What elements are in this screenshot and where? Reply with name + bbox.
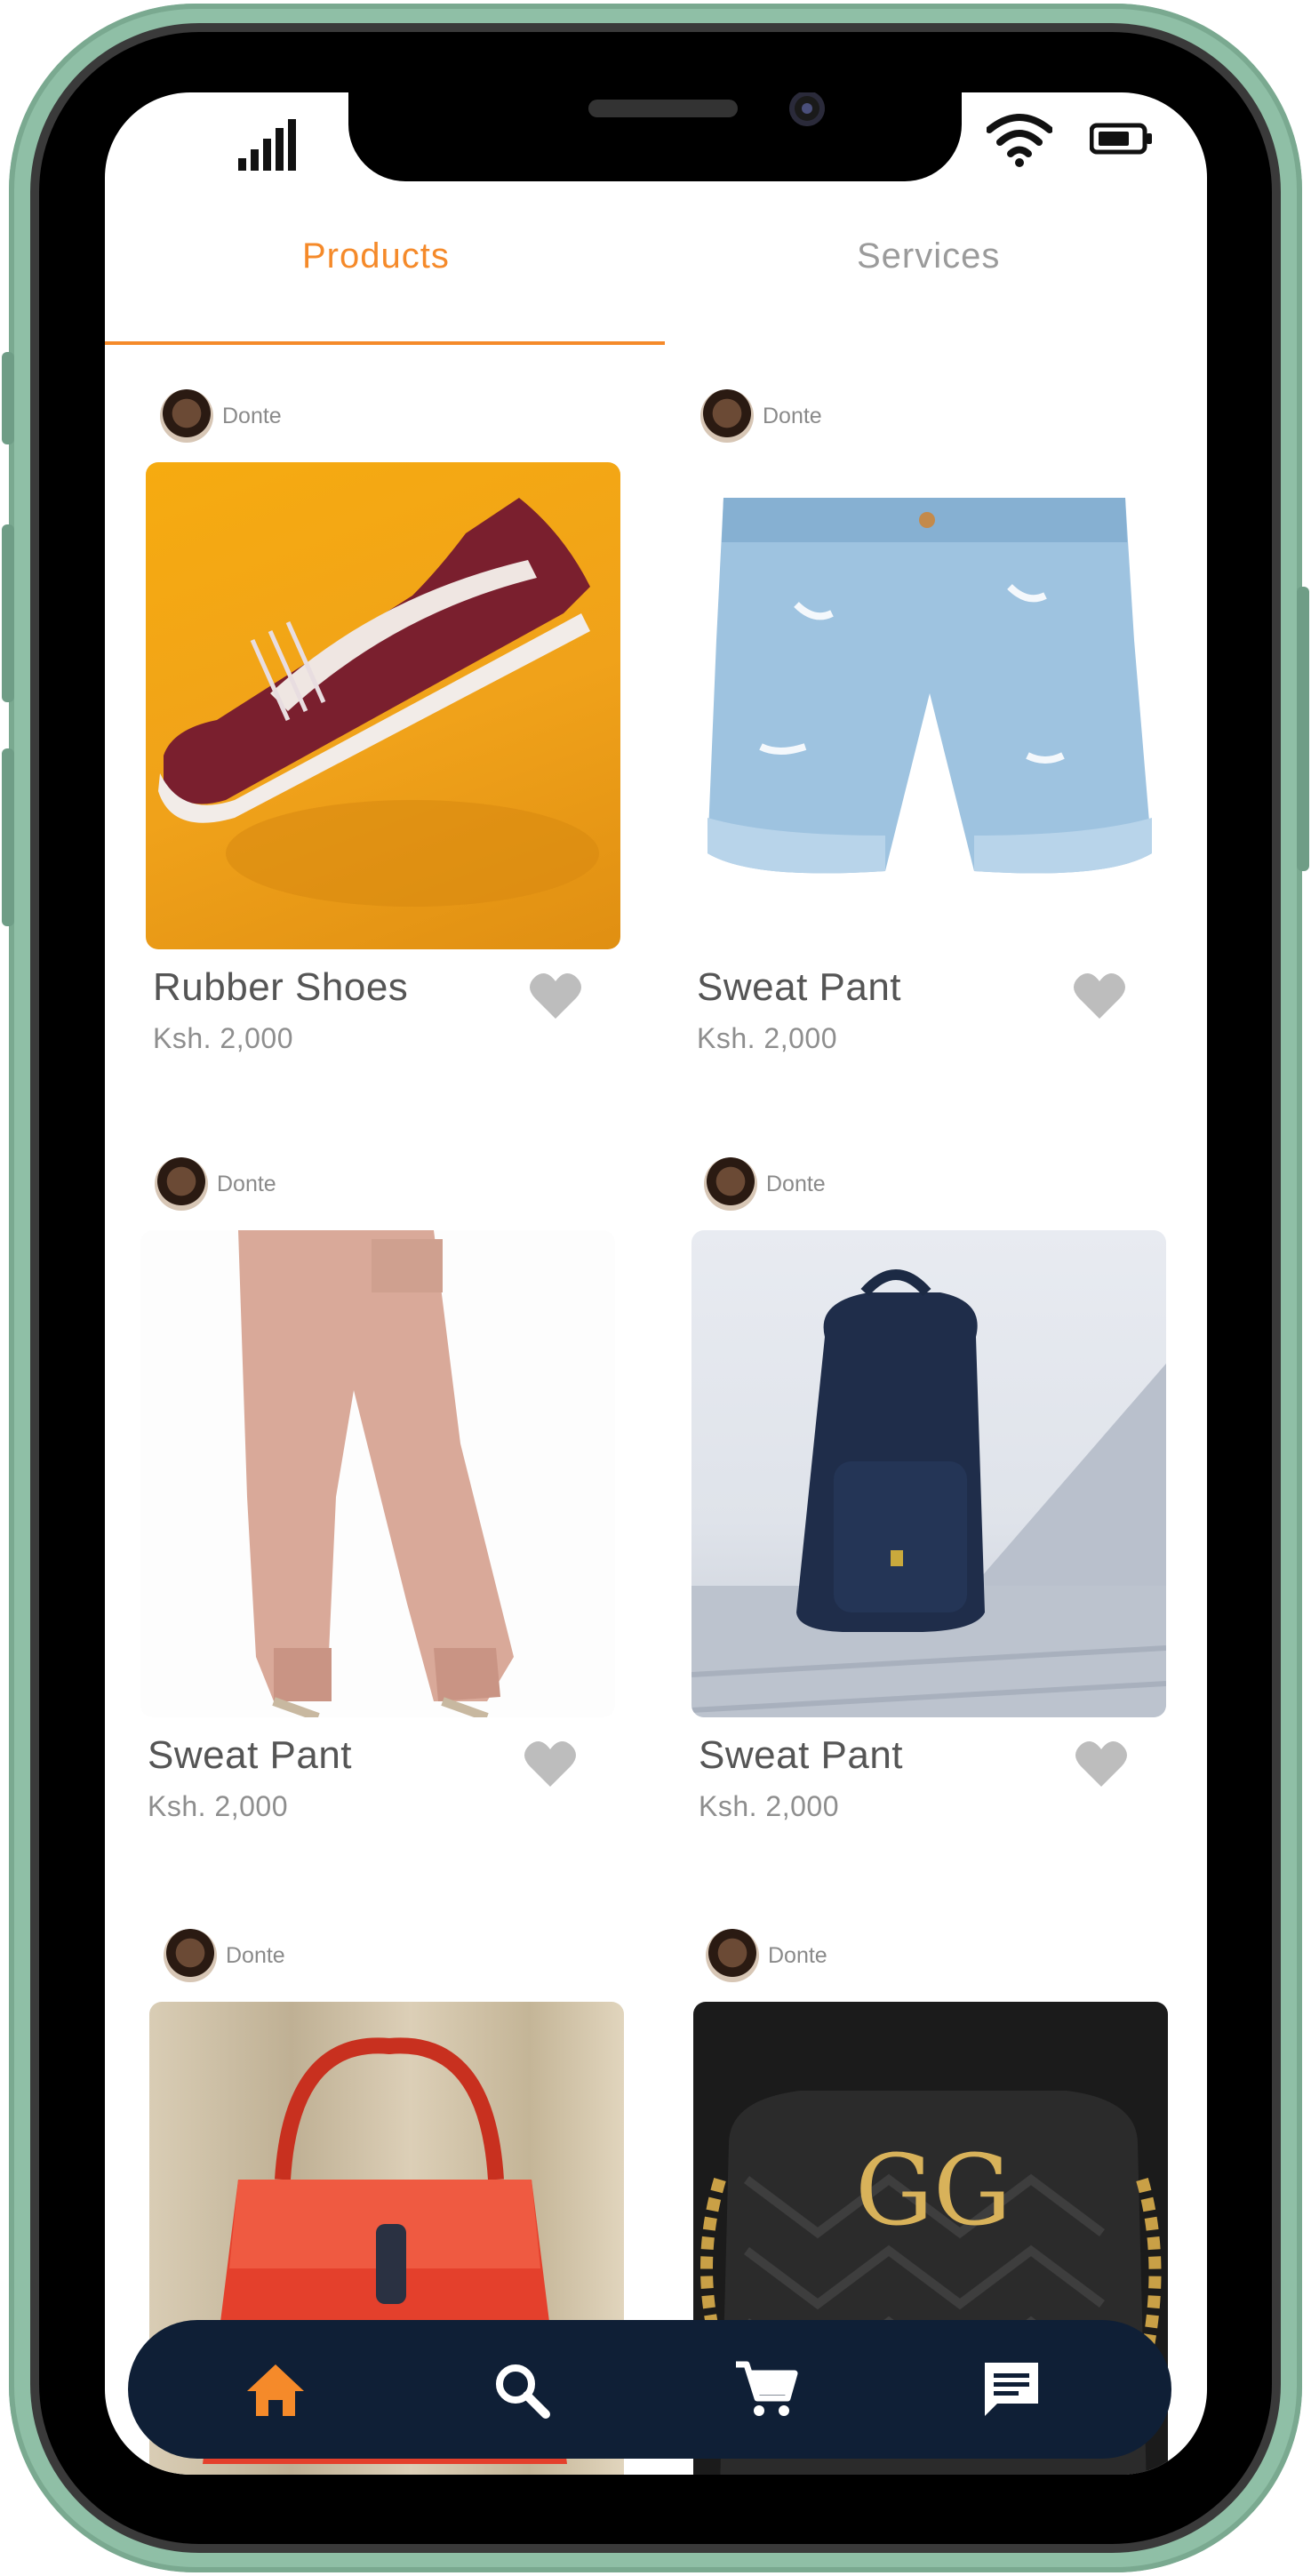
- seller-name: Donte: [766, 1171, 826, 1196]
- tab-services[interactable]: Services: [857, 236, 1000, 276]
- notch: [348, 92, 962, 181]
- favorite-heart-icon[interactable]: [1072, 971, 1127, 1020]
- power-button: [1297, 587, 1309, 871]
- seller-avatar: [155, 1157, 208, 1211]
- seller-avatar: [706, 1929, 759, 1982]
- active-tab-indicator: [105, 341, 665, 345]
- chat-icon[interactable]: [976, 2354, 1047, 2425]
- bottom-navigation-bar: [128, 2320, 1171, 2459]
- product-card[interactable]: Donte Rubber Shoes Ksh. 2,000: [146, 388, 644, 1090]
- seller-name: Donte: [222, 403, 282, 428]
- seller-info: Donte: [160, 388, 282, 444]
- product-card[interactable]: Donte Sweat Pant Ksh. 2,000: [690, 388, 1187, 1090]
- seller-info: Donte: [700, 388, 822, 444]
- seller-avatar: [164, 1929, 217, 1982]
- front-camera: [789, 92, 825, 126]
- cart-icon[interactable]: [731, 2354, 802, 2425]
- product-image[interactable]: [146, 462, 620, 949]
- tab-products[interactable]: Products: [302, 236, 450, 276]
- product-name: Rubber Shoes: [153, 965, 409, 1009]
- app-screen: Products Services Donte Rubber Shoes Ksh…: [105, 92, 1207, 2475]
- seller-info: Donte: [704, 1156, 826, 1212]
- cellular-signal-icon: [238, 119, 296, 171]
- product-card[interactable]: Donte Sweat Pant Ksh. 2,000: [691, 1156, 1189, 1858]
- product-image[interactable]: [690, 462, 1164, 949]
- product-image[interactable]: [691, 1230, 1166, 1717]
- product-price: Ksh. 2,000: [153, 1022, 293, 1054]
- product-card[interactable]: Donte Sweat Pant Ksh. 2,000: [140, 1156, 638, 1858]
- seller-info: Donte: [155, 1156, 276, 1212]
- favorite-heart-icon[interactable]: [523, 1739, 578, 1788]
- search-icon[interactable]: [485, 2354, 556, 2425]
- seller-name: Donte: [226, 1942, 285, 1968]
- seller-name: Donte: [217, 1171, 276, 1196]
- favorite-heart-icon[interactable]: [528, 971, 583, 1020]
- volume-down-button: [2, 748, 14, 926]
- seller-name: Donte: [763, 403, 822, 428]
- product-name: Sweat Pant: [148, 1733, 353, 1777]
- seller-info: Donte: [164, 1927, 285, 1984]
- battery-icon: [1090, 123, 1152, 155]
- earpiece-speaker: [588, 100, 738, 117]
- product-price: Ksh. 2,000: [697, 1022, 837, 1054]
- volume-up-button: [2, 524, 14, 702]
- seller-avatar: [704, 1157, 757, 1211]
- seller-avatar: [160, 389, 213, 443]
- product-name: Sweat Pant: [697, 965, 902, 1009]
- product-image[interactable]: [140, 1230, 615, 1717]
- seller-name: Donte: [768, 1942, 827, 1968]
- home-icon[interactable]: [240, 2354, 311, 2425]
- svg-text:GG: GG: [855, 2133, 1011, 2247]
- seller-info: Donte: [706, 1927, 827, 1984]
- product-price: Ksh. 2,000: [148, 1790, 288, 1822]
- favorite-heart-icon[interactable]: [1074, 1739, 1129, 1788]
- product-price: Ksh. 2,000: [699, 1790, 839, 1822]
- seller-avatar: [700, 389, 754, 443]
- wifi-icon: [987, 114, 1052, 167]
- product-name: Sweat Pant: [699, 1733, 904, 1777]
- mute-switch: [2, 352, 14, 444]
